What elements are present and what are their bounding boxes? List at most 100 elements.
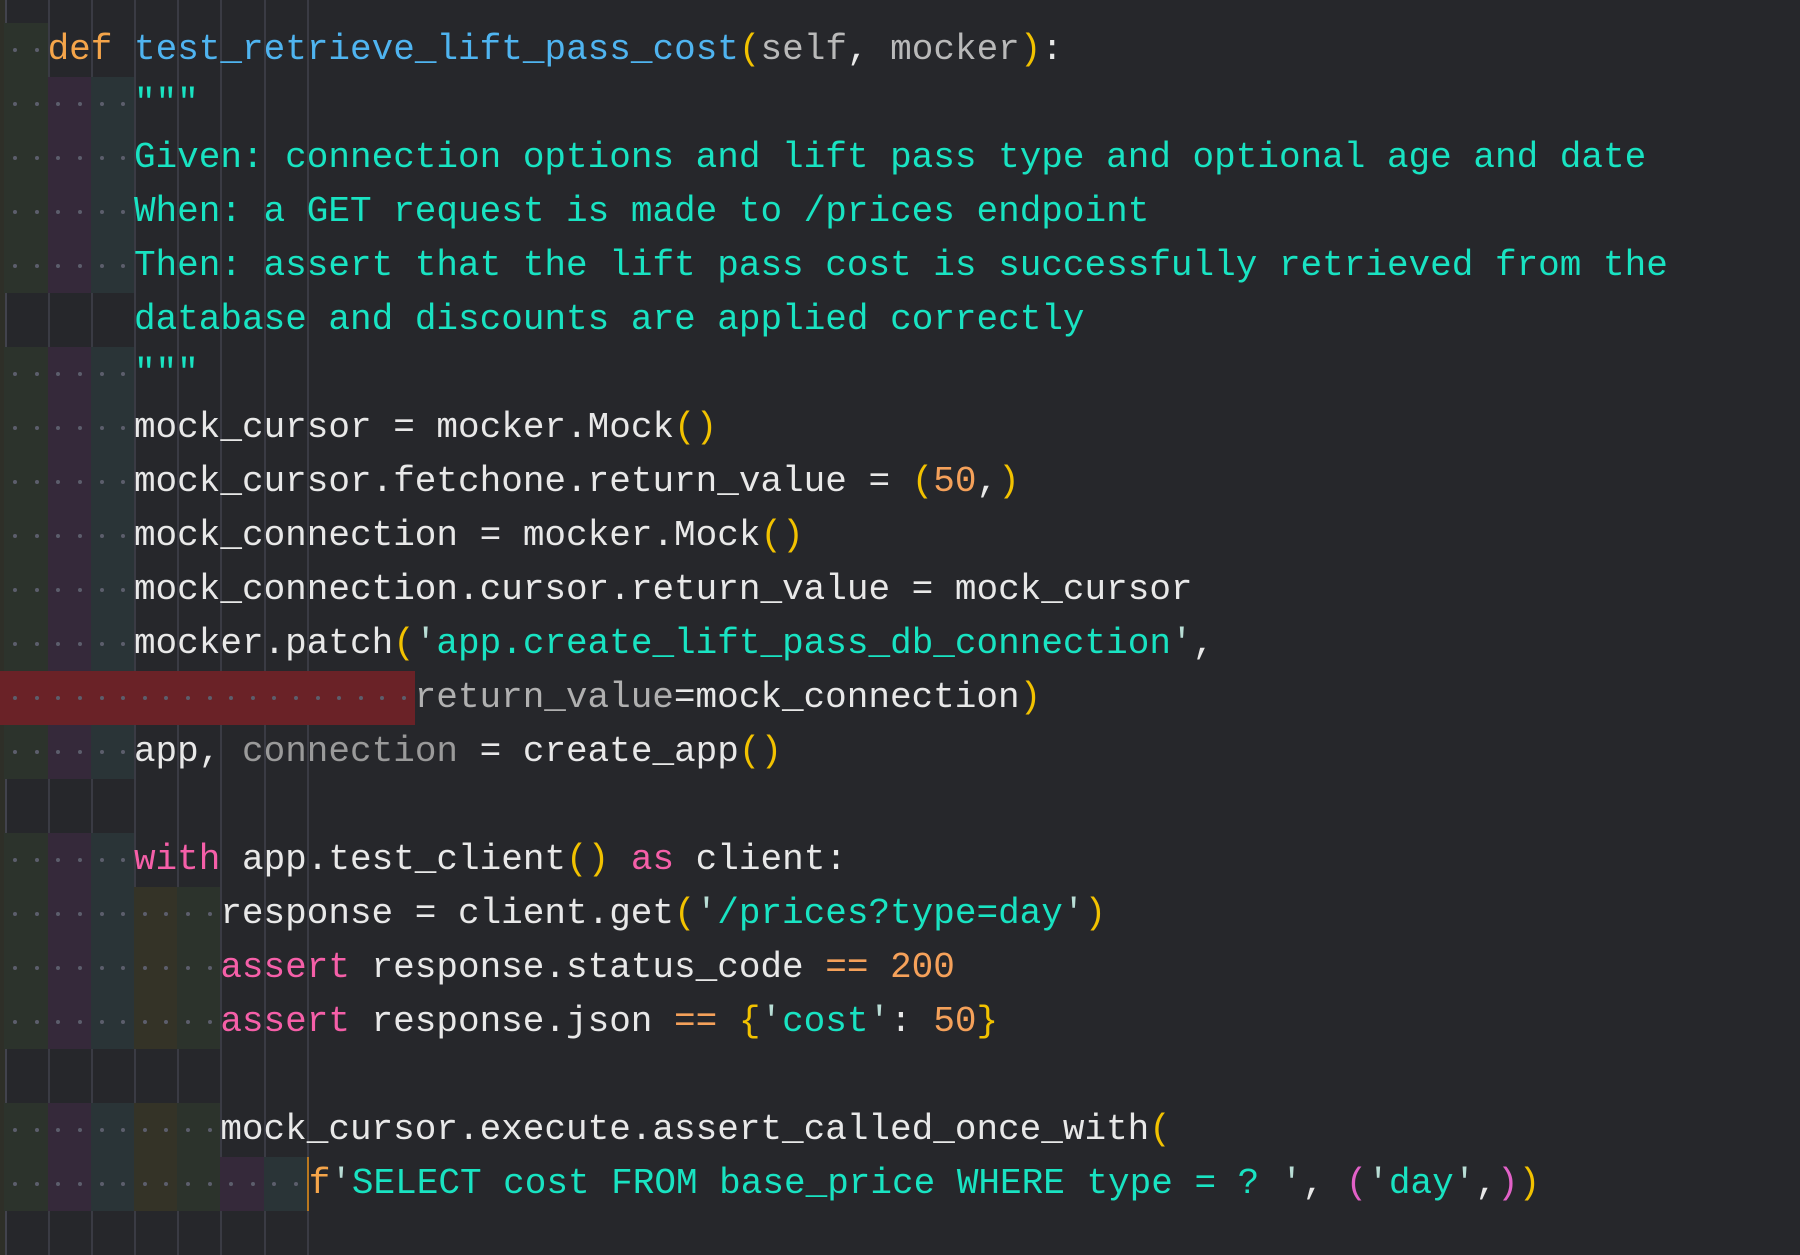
- indent-band: [47, 347, 91, 401]
- whitespace-dot: [264, 671, 286, 725]
- code-token: ,: [976, 461, 999, 502]
- blank-line[interactable]: [4, 1049, 5, 1103]
- whitespace-dot: [48, 995, 70, 1049]
- whitespace-dot: [26, 887, 48, 941]
- whitespace-dot: [69, 887, 91, 941]
- indent-band: [47, 887, 91, 941]
- whitespace-dot: [4, 509, 26, 563]
- indent-band: [133, 1157, 178, 1211]
- indent-band: [90, 1157, 134, 1211]
- whitespace-dot: [134, 995, 156, 1049]
- code-line[interactable]: assert response.status_code == 200: [4, 941, 955, 995]
- whitespace-dot: [112, 185, 134, 239]
- whitespace-dot: [26, 455, 48, 509]
- code-token: /prices?type=day: [717, 893, 1063, 934]
- indent-band: [133, 887, 178, 941]
- code-token: mocker: [890, 29, 1020, 70]
- indent-band: [47, 1157, 91, 1211]
- code-token: ): [1084, 893, 1107, 934]
- whitespace-dot: [91, 185, 113, 239]
- code-line[interactable]: Then: assert that the lift pass cost is …: [4, 239, 1668, 293]
- blank-line[interactable]: [4, 779, 5, 833]
- code-line[interactable]: mocker.patch('app.create_lift_pass_db_co…: [4, 617, 1214, 671]
- whitespace-dot: [48, 617, 70, 671]
- whitespace-dot: [48, 563, 70, 617]
- code-token: app.create_lift_pass_db_connection: [436, 623, 1171, 664]
- code-line[interactable]: mock_connection = mocker.Mock(): [4, 509, 804, 563]
- whitespace-dot: [307, 671, 329, 725]
- code-token: day: [1388, 1163, 1454, 1204]
- whitespace-dot: [69, 563, 91, 617]
- indent-band: [47, 833, 91, 887]
- indent-band: [4, 995, 48, 1049]
- whitespace-dot: [26, 509, 48, 563]
- whitespace-dot: [91, 887, 113, 941]
- whitespace-dot: [134, 1103, 156, 1157]
- code-line[interactable]: mock_cursor.execute.assert_called_once_w…: [4, 1103, 1171, 1157]
- code-line[interactable]: """: [4, 77, 199, 131]
- whitespace-dot: [91, 671, 113, 725]
- indent-band: [90, 509, 134, 563]
- indent-band: [4, 239, 48, 293]
- code-token: ': [695, 893, 718, 934]
- code-line[interactable]: """: [4, 347, 199, 401]
- code-token: ,: [1192, 623, 1215, 664]
- whitespace-dot: [112, 401, 134, 455]
- code-line[interactable]: Given: connection options and lift pass …: [4, 131, 1646, 185]
- whitespace-dot: [177, 671, 199, 725]
- code-token: SELECT cost FROM base_price WHERE type =…: [351, 1163, 1281, 1204]
- code-editor[interactable]: def test_retrieve_lift_pass_cost(self, m…: [0, 0, 1800, 1255]
- whitespace-dot: [4, 563, 26, 617]
- code-line[interactable]: mock_cursor = mocker.Mock(): [4, 401, 717, 455]
- code-token: database and discounts are applied corre…: [133, 299, 1085, 340]
- code-line[interactable]: return_value=mock_connection): [0, 671, 1042, 725]
- code-token: ': [1367, 1163, 1389, 1204]
- whitespace-dot: [112, 887, 134, 941]
- whitespace-dot: [91, 401, 113, 455]
- whitespace-dot: [69, 131, 91, 185]
- indent-band: [47, 401, 91, 455]
- code-token: ': [414, 623, 437, 664]
- whitespace-dot: [26, 941, 48, 995]
- code-line[interactable]: mock_cursor.fetchone.return_value = (50,…: [4, 455, 1020, 509]
- code-line[interactable]: f'SELECT cost FROM base_price WHERE type…: [4, 1157, 1540, 1211]
- whitespace-dot: [69, 239, 91, 293]
- indent-band: [47, 563, 91, 617]
- code-token: When: a GET request is made to /prices e…: [133, 191, 1150, 232]
- indent-band: [4, 725, 48, 779]
- code-token: Given: connection options and lift pass …: [133, 137, 1647, 178]
- code-token: ==: [825, 947, 869, 988]
- code-line[interactable]: with app.test_client() as client:: [4, 833, 847, 887]
- code-line[interactable]: assert response.json == {'cost': 50}: [4, 995, 998, 1049]
- code-line[interactable]: database and discounts are applied corre…: [4, 293, 1085, 347]
- wrap-indent: [4, 293, 134, 347]
- whitespace-dot: [112, 131, 134, 185]
- whitespace-dot: [69, 617, 91, 671]
- code-token: :: [1041, 29, 1063, 70]
- code-token: response.json: [349, 1001, 675, 1042]
- code-token: 50: [933, 461, 977, 502]
- code-token: mock_cursor.fetchone.return_value =: [133, 461, 912, 502]
- indent-band: [47, 941, 91, 995]
- code-text: database and discounts are applied corre…: [134, 293, 1085, 347]
- code-line[interactable]: When: a GET request is made to /prices e…: [4, 185, 1149, 239]
- whitespace-dot: [91, 725, 113, 779]
- indent-band: [90, 563, 134, 617]
- code-line[interactable]: response = client.get('/prices?type=day'…: [4, 887, 1106, 941]
- indent-band: [90, 455, 134, 509]
- indent-band: [90, 617, 134, 671]
- whitespace-dot: [4, 77, 26, 131]
- indent-band: [133, 1103, 178, 1157]
- whitespace-dot: [199, 1103, 221, 1157]
- code-text: return_value=mock_connection): [415, 671, 1042, 725]
- whitespace-dot: [242, 671, 264, 725]
- code-line[interactable]: mock_connection.cursor.return_value = mo…: [4, 563, 1193, 617]
- indent-band: [4, 509, 48, 563]
- indent-band: [90, 131, 134, 185]
- indent-band: [4, 185, 48, 239]
- code-token: app.test_client: [220, 839, 567, 880]
- whitespace-dot: [134, 941, 156, 995]
- code-line[interactable]: def test_retrieve_lift_pass_cost(self, m…: [4, 23, 1063, 77]
- code-text: """: [134, 347, 199, 401]
- code-line[interactable]: app, connection = create_app(): [4, 725, 782, 779]
